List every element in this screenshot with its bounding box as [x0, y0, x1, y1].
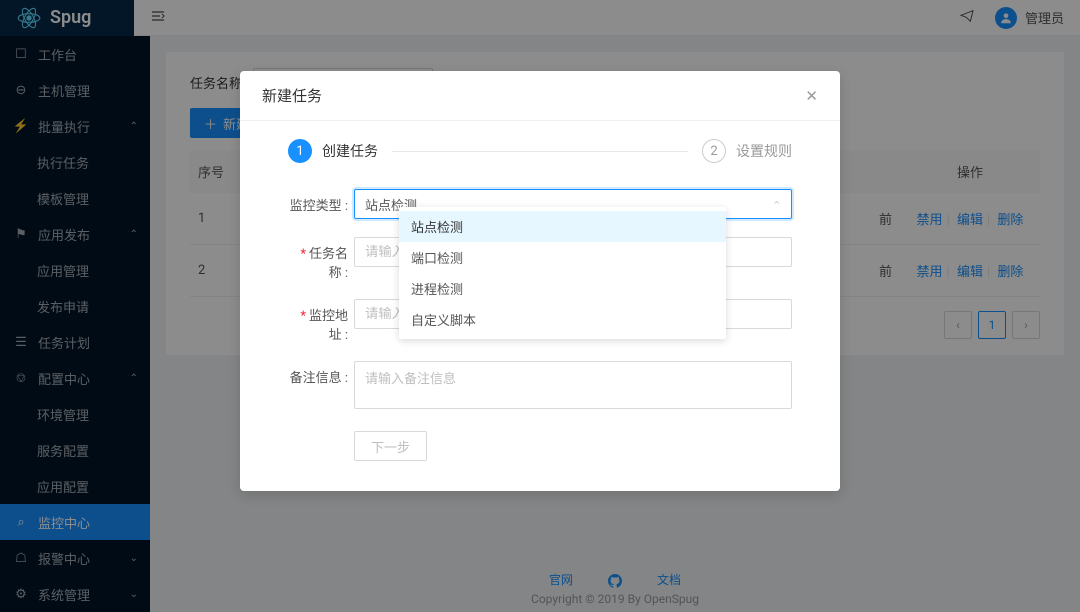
dropdown-option[interactable]: 进程检测: [399, 273, 726, 304]
step-title: 设置规则: [736, 141, 792, 161]
modal-steps: 1 创建任务 2 设置规则: [288, 139, 792, 163]
remark-textarea[interactable]: [354, 361, 792, 409]
remark-label: 备注信息 :: [288, 361, 348, 386]
modal-header: 新建任务 ✕: [240, 71, 840, 121]
dropdown-option[interactable]: 自定义脚本: [399, 304, 726, 335]
dropdown-option[interactable]: 端口检测: [399, 242, 726, 273]
step-2: 2 设置规则: [702, 139, 792, 163]
form-row-remark: 备注信息 :: [288, 361, 792, 413]
step-title: 创建任务: [322, 141, 378, 161]
close-icon[interactable]: ✕: [805, 87, 818, 105]
next-step-button[interactable]: 下一步: [354, 431, 427, 461]
modal-title: 新建任务: [262, 85, 322, 106]
step-connector: [392, 151, 688, 152]
chevron-down-icon: ⌄: [772, 198, 781, 211]
monitor-type-label: 监控类型 :: [288, 189, 348, 214]
dropdown-option[interactable]: 站点检测: [399, 211, 726, 242]
task-name-label: *任务名称 :: [288, 237, 348, 281]
step-1: 1 创建任务: [288, 139, 378, 163]
monitor-addr-label: *监控地址 :: [288, 299, 348, 343]
monitor-type-dropdown: 站点检测 端口检测 进程检测 自定义脚本: [399, 207, 726, 339]
step-number: 2: [702, 139, 726, 163]
step-number: 1: [288, 139, 312, 163]
